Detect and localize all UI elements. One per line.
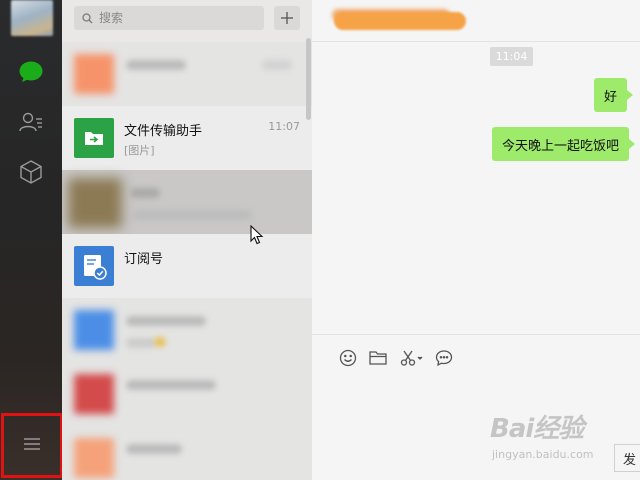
avatar[interactable] [11, 0, 53, 36]
conversation-preview: [图片] [124, 144, 155, 157]
message-bubble[interactable]: 今天晚上一起吃饭吧 [492, 127, 636, 161]
conversation-avatar [74, 374, 114, 414]
folder-icon[interactable] [368, 347, 388, 369]
list-item[interactable]: 文件传输助手 [图片] 11:07 [62, 106, 312, 170]
speech-bubble-icon[interactable] [434, 347, 454, 369]
list-item[interactable] [62, 426, 312, 480]
conversation-title: 文件传输助手 [124, 124, 203, 139]
watermark-logo: Bai经验 [490, 414, 584, 444]
conversation-avatar [74, 54, 114, 94]
list-item[interactable] [62, 170, 312, 234]
conversation-avatar [74, 438, 114, 478]
divider [312, 334, 640, 335]
contacts-icon[interactable] [17, 108, 45, 136]
list-item[interactable]: 订阅号 [62, 234, 312, 298]
send-button[interactable]: 发 [614, 444, 640, 472]
chat-bubble-icon[interactable] [17, 58, 45, 86]
watermark-url: jingyan.baidu.com [492, 448, 594, 461]
chat-toolbar [338, 347, 454, 369]
cube-icon[interactable] [17, 158, 45, 186]
search-bar [62, 0, 312, 42]
plus-icon [281, 9, 293, 28]
message-bubble[interactable]: 好 [594, 78, 634, 112]
contact-name-redacted [334, 12, 466, 30]
emoji-icon[interactable] [338, 347, 358, 369]
left-sidebar [0, 0, 63, 480]
search-icon [82, 9, 93, 28]
mouse-cursor-icon [250, 224, 264, 249]
search-input[interactable] [99, 11, 259, 25]
watermark: Bai经验 jingyan.baidu.com [490, 408, 620, 468]
list-item[interactable] [62, 362, 312, 426]
search-box[interactable] [74, 6, 264, 30]
scissors-icon[interactable] [398, 347, 424, 369]
menu-icon [23, 436, 41, 455]
chat-header [312, 0, 640, 42]
conversation-avatar [74, 310, 114, 350]
conversation-title: 订阅号 [124, 252, 164, 267]
subscription-icon [74, 246, 114, 286]
conversation-list: 文件传输助手 [图片] 11:07 订阅号 [62, 0, 312, 480]
conversation-avatar [68, 178, 122, 228]
list-item[interactable] [62, 42, 312, 106]
time-divider: 11:04 [490, 47, 533, 66]
file-transfer-icon [74, 118, 114, 158]
menu-button[interactable] [1, 413, 63, 478]
list-item[interactable] [62, 298, 312, 362]
scrollbar[interactable] [306, 38, 311, 120]
conversation-time: 11:07 [268, 120, 300, 133]
add-button[interactable] [274, 6, 300, 30]
chat-panel: 11:04 好 今天晚上一起吃饭吧 Bai经验 jingyan.baidu.co… [312, 0, 640, 480]
